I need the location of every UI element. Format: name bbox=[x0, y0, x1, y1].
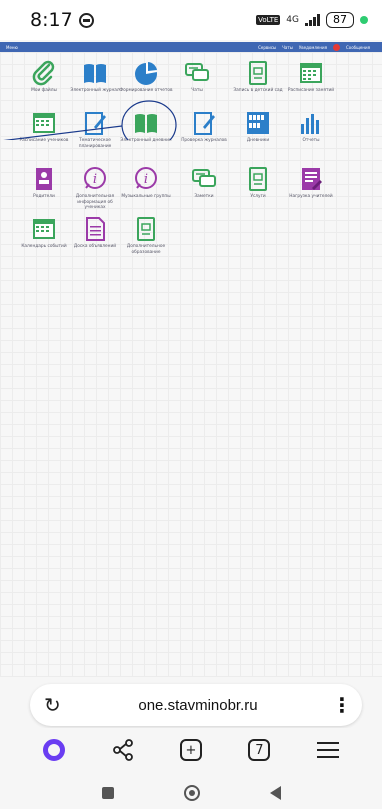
chat-icon bbox=[185, 63, 209, 81]
signal-icon bbox=[305, 14, 320, 26]
tile-events-calendar[interactable]: Календарь событий bbox=[17, 216, 71, 250]
calendar-icon bbox=[300, 63, 322, 83]
network-type: 4G bbox=[286, 15, 299, 25]
privacy-dot-icon bbox=[360, 16, 368, 24]
id-card-icon bbox=[36, 168, 52, 190]
bookshelf-icon bbox=[247, 112, 269, 134]
tile-chats[interactable]: Чаты bbox=[170, 60, 224, 94]
tile-parents[interactable]: Родители bbox=[17, 166, 71, 200]
back-button[interactable] bbox=[269, 785, 281, 800]
home-button[interactable] bbox=[183, 784, 200, 801]
services-link[interactable]: Сервисы bbox=[258, 45, 276, 50]
tile-label: Отчеты bbox=[302, 138, 320, 143]
tile-label: Расписание занятий bbox=[287, 88, 335, 93]
book-icon bbox=[84, 64, 106, 83]
tile-diaries[interactable]: Дневники bbox=[231, 110, 285, 144]
chat-icon bbox=[192, 169, 216, 187]
tile-my-files[interactable]: Мои файлы bbox=[17, 60, 71, 94]
notice-board-icon bbox=[86, 217, 105, 241]
share-button[interactable] bbox=[103, 732, 143, 768]
bar-chart-icon bbox=[301, 114, 319, 134]
status-right: VoLTE 4G 87 bbox=[256, 12, 368, 28]
tile-label: Дополнительное образование bbox=[126, 244, 166, 255]
tile-notice-board[interactable]: Доска объявлений bbox=[68, 216, 122, 250]
paperclip-icon bbox=[32, 60, 55, 86]
share-icon bbox=[112, 739, 133, 761]
messages-link[interactable]: Сообщения bbox=[346, 45, 370, 50]
tabs-count: 7 bbox=[248, 739, 271, 761]
tile-notes[interactable]: Заметки bbox=[177, 166, 231, 200]
volte-icon: VoLTE bbox=[256, 15, 281, 25]
tile-reports[interactable]: Отчеты bbox=[284, 110, 338, 144]
tile-label: Запись в детский сад bbox=[233, 88, 283, 93]
info-icon: i bbox=[135, 167, 157, 189]
site-nav-bar: Меню Сервисы Чаты Уведомления Сообщения bbox=[0, 42, 382, 52]
tile-label: Календарь событий bbox=[21, 244, 67, 249]
document-icon bbox=[249, 167, 267, 191]
alice-icon bbox=[43, 739, 66, 761]
notification-badge bbox=[332, 43, 340, 51]
tile-label: Мои файлы bbox=[31, 88, 57, 93]
menu-link[interactable]: Меню bbox=[6, 45, 18, 50]
tile-label: Родители bbox=[33, 194, 55, 199]
tile-student-info[interactable]: i Дополнительная информация об учениках bbox=[68, 166, 122, 211]
notifications-link[interactable]: Уведомления bbox=[299, 45, 327, 50]
tile-music-groups[interactable]: i Музыкальные группы bbox=[119, 166, 173, 200]
tile-electronic-journal[interactable]: Электронный журнал bbox=[68, 60, 122, 94]
dnd-icon bbox=[78, 12, 94, 28]
tile-kindergarten-enrollment[interactable]: Запись в детский сад bbox=[231, 60, 285, 94]
services-grid: Мои файлы Электронный журнал Формировани… bbox=[0, 52, 382, 677]
browser-url-bar[interactable]: ↻ one.stavminobr.ru ⋮ bbox=[30, 684, 362, 726]
tile-services[interactable]: Услуги bbox=[231, 166, 285, 200]
url-text[interactable]: one.stavminobr.ru bbox=[64, 697, 332, 714]
tile-reports-generation[interactable]: Формирование отчетов bbox=[119, 60, 173, 94]
browser-toolbar: + 7 bbox=[0, 728, 382, 772]
tabs-button[interactable]: 7 bbox=[239, 732, 279, 768]
alice-assistant-button[interactable] bbox=[34, 732, 74, 768]
document-icon bbox=[249, 61, 267, 85]
calendar-icon bbox=[33, 219, 55, 239]
tile-label: Музыкальные группы bbox=[121, 194, 171, 199]
hamburger-icon bbox=[316, 737, 339, 763]
tile-label: Электронный журнал bbox=[70, 88, 120, 93]
tile-label: Заметки bbox=[194, 194, 214, 199]
tile-label: Формирование отчетов bbox=[119, 88, 173, 93]
tile-label: Нагрузка учителей bbox=[289, 194, 333, 199]
tile-label: Чаты bbox=[191, 88, 203, 93]
pie-chart-icon bbox=[135, 62, 157, 85]
battery-indicator: 87 bbox=[326, 12, 354, 28]
svg-text:i: i bbox=[93, 172, 97, 187]
annotation-overlay bbox=[3, 100, 177, 140]
svg-text:i: i bbox=[144, 172, 148, 187]
more-options-icon[interactable]: ⋮ bbox=[332, 693, 352, 717]
tile-label: Доска объявлений bbox=[73, 244, 117, 249]
annotation-circle bbox=[121, 100, 177, 140]
tile-label: Дополнительная информация об учениках bbox=[75, 194, 115, 210]
document-icon bbox=[137, 217, 155, 241]
status-time: 8:17 bbox=[30, 9, 73, 31]
tile-class-schedule[interactable]: Расписание занятий bbox=[284, 60, 338, 94]
tile-teacher-load[interactable]: Нагрузка учителей bbox=[284, 166, 338, 200]
tile-additional-education[interactable]: Дополнительное образование bbox=[119, 216, 173, 255]
tile-label: Дневники bbox=[246, 138, 270, 143]
browser-menu-button[interactable] bbox=[308, 732, 348, 768]
checklist-icon bbox=[302, 168, 322, 190]
new-tab-button[interactable]: + bbox=[171, 732, 211, 768]
reload-icon[interactable]: ↻ bbox=[44, 693, 64, 717]
recents-button[interactable] bbox=[101, 786, 114, 799]
annotation-pointer-line bbox=[3, 125, 123, 140]
plus-icon: + bbox=[179, 739, 202, 761]
system-nav-bar bbox=[0, 776, 382, 809]
status-bar: 8:17 VoLTE 4G 87 bbox=[0, 0, 382, 40]
tile-label: Услуги bbox=[250, 194, 266, 199]
info-icon: i bbox=[84, 167, 106, 189]
chats-link[interactable]: Чаты bbox=[282, 45, 293, 50]
